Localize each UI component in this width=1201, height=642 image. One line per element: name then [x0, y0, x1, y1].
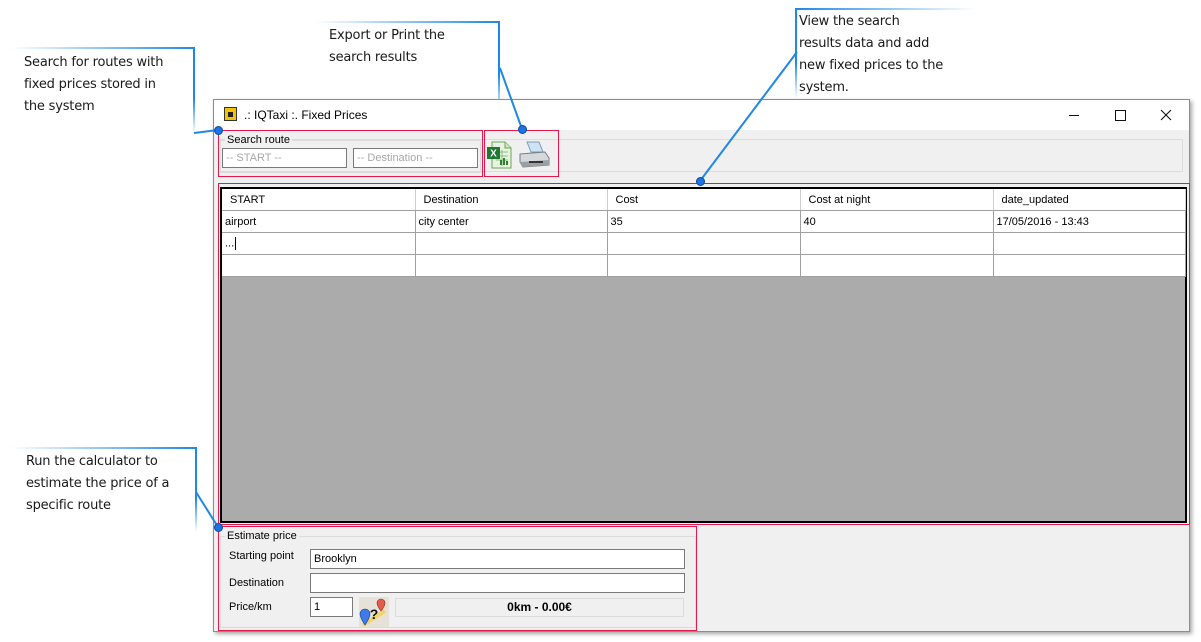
cell-date-updated[interactable]: 17/05/2016 - 13:43 [993, 210, 1186, 233]
close-button[interactable] [1143, 100, 1189, 130]
table-row-editing[interactable]: ... [222, 232, 1186, 255]
cell-cost[interactable] [607, 232, 801, 255]
cell-cost[interactable]: 35 [607, 210, 801, 233]
annotation-line: estimate the price of a [26, 476, 170, 491]
close-icon [1160, 109, 1172, 121]
cell-cost-at-night[interactable] [800, 232, 994, 255]
cell-start[interactable] [222, 254, 416, 277]
callout-dot-view [696, 177, 705, 186]
annotation-line: Export or Print the [329, 28, 445, 43]
annotation-line: specific route [26, 498, 111, 513]
annotation-line: Search for routes with [24, 55, 164, 70]
cell-start[interactable]: airport [222, 210, 416, 233]
callout-dot-estimate [214, 523, 223, 532]
taxi-app-icon [224, 107, 237, 121]
callout-bracket [10, 47, 195, 49]
highlight-estimate-price [218, 526, 697, 631]
minimize-button[interactable] [1051, 100, 1097, 130]
column-header-date-updated[interactable]: date_updated [993, 189, 1186, 211]
annotation-line: Run the calculator to [26, 454, 158, 469]
maximize-button[interactable] [1097, 100, 1143, 130]
cell-edit-text: ... [225, 237, 235, 250]
text-cursor [235, 237, 237, 250]
callout-bracket [193, 47, 195, 133]
annotation-line: search results [329, 50, 418, 65]
table-row[interactable]: airport city center 35 40 17/05/2016 - 1… [222, 210, 1186, 233]
cell-date-updated[interactable] [993, 232, 1186, 255]
annotation-view: View the search results data and add new… [799, 11, 943, 99]
cell-cost[interactable] [607, 254, 801, 277]
cell-cost-at-night[interactable]: 40 [800, 210, 994, 233]
table-row-new[interactable] [222, 254, 1186, 277]
annotation-search: Search for routes with fixed prices stor… [24, 52, 163, 118]
callout-bracket [195, 447, 197, 532]
minimize-icon [1069, 114, 1079, 116]
column-header-destination[interactable]: Destination [415, 189, 608, 211]
callout-bracket [795, 8, 797, 98]
annotation-line: the system [24, 99, 95, 114]
highlight-export-print [484, 130, 559, 177]
annotation-line: system. [799, 80, 849, 95]
highlight-search-route [218, 130, 483, 177]
table-header-row: START Destination Cost Cost at night dat… [222, 189, 1186, 211]
window-title: .: IQTaxi :. Fixed Prices [244, 108, 368, 122]
annotation-estimate: Run the calculator to estimate the price… [26, 451, 170, 517]
cell-destination[interactable]: city center [415, 210, 608, 233]
cell-cost-at-night[interactable] [800, 254, 994, 277]
maximize-icon [1114, 109, 1126, 121]
annotation-line: results data and add [799, 36, 930, 51]
annotation-line: fixed prices stored in [24, 77, 156, 92]
cell-destination[interactable] [415, 254, 608, 277]
annotation-line: View the search [799, 14, 900, 29]
title-bar[interactable]: .: IQTaxi :. Fixed Prices [214, 100, 1189, 130]
callout-dot-export [518, 125, 527, 134]
callout-bracket [10, 447, 197, 449]
annotation-export: Export or Print the search results [329, 25, 445, 69]
column-header-start[interactable]: START [222, 189, 416, 211]
callout-dot-search [214, 126, 223, 135]
callout-bracket [315, 21, 500, 23]
column-header-cost[interactable]: Cost [607, 189, 801, 211]
cell-start-editing[interactable]: ... [222, 232, 416, 255]
results-grid[interactable]: START Destination Cost Cost at night dat… [220, 187, 1187, 523]
results-table[interactable]: START Destination Cost Cost at night dat… [222, 189, 1186, 277]
cell-destination[interactable] [415, 232, 608, 255]
cell-date-updated[interactable] [993, 254, 1186, 277]
callout-bracket [498, 21, 500, 111]
annotation-line: new fixed prices to the [799, 58, 944, 73]
callout-bracket [795, 8, 975, 10]
column-header-cost-at-night[interactable]: Cost at night [800, 189, 994, 211]
